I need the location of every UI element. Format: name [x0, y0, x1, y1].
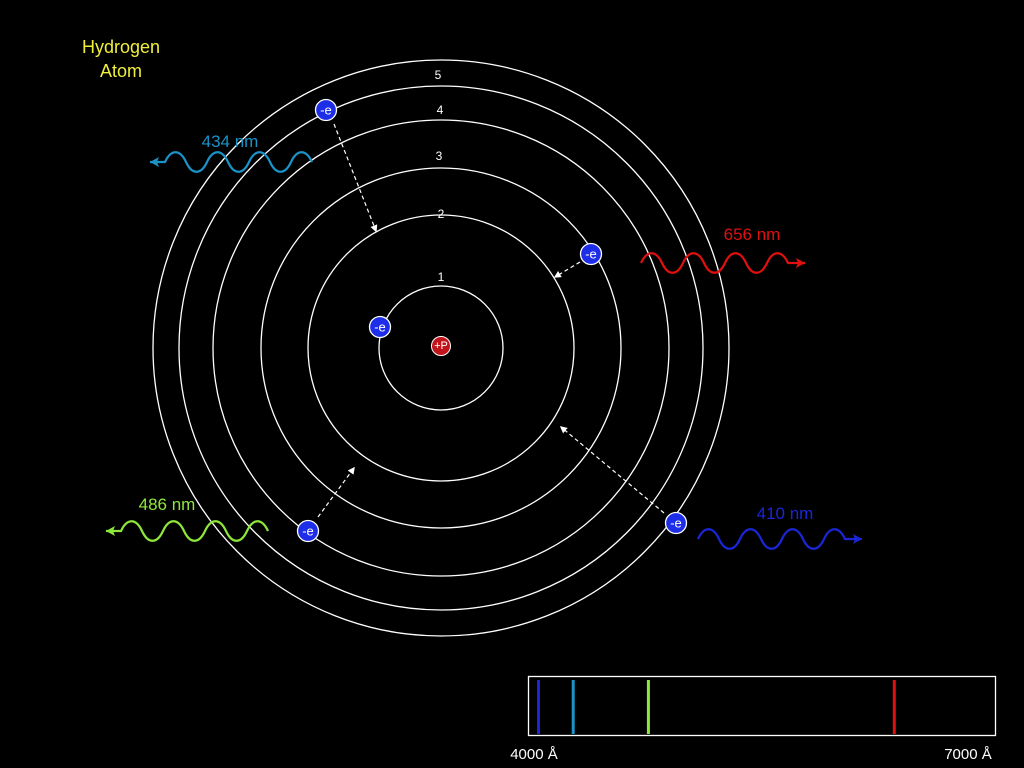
transition-arrow-486: [317, 466, 355, 518]
orbit-label-4: 4: [437, 103, 444, 117]
diagram-title-line1: Hydrogen: [82, 37, 160, 57]
photon-wave-434: [150, 151, 313, 173]
electron-emitting-434: -e: [314, 98, 338, 122]
electron-emitting-410: -e: [664, 511, 688, 535]
spectrum-min-label: 4000 Å: [510, 746, 558, 763]
spectrum-line-486: [646, 680, 650, 734]
electron-label: -e: [670, 516, 682, 531]
orbit-label-2: 2: [438, 207, 445, 221]
electron-orbit-1: -e: [368, 315, 392, 339]
photons-group: [106, 151, 862, 550]
spectrum-max-label: 7000 Å: [944, 746, 992, 763]
wavelength-label-434: 434 nm: [202, 132, 259, 151]
wavelength-label-410: 410 nm: [757, 504, 814, 523]
photon-wave-656: [640, 252, 805, 274]
spectrum-line-410: [537, 680, 540, 734]
hydrogen-atom-diagram: Hydrogen Atom 1 2 3 4 5 +P -e -e -e -e -…: [82, 37, 997, 763]
electron-label: -e: [374, 320, 386, 335]
diagram-title-line2: Atom: [100, 61, 142, 81]
electron-label: -e: [302, 524, 314, 539]
electron-label: -e: [585, 247, 597, 262]
transition-arrow-656: [553, 261, 581, 278]
orbit-label-1: 1: [438, 270, 445, 284]
electron-emitting-656: -e: [579, 242, 603, 266]
wavelength-label-486: 486 nm: [139, 495, 196, 514]
nucleus-label: +P: [434, 340, 448, 352]
electron-label: -e: [320, 103, 332, 118]
wavelength-label-656: 656 nm: [724, 225, 781, 244]
transition-arrow-410: [559, 426, 665, 514]
spectrum-frame: [527, 675, 997, 737]
spectrum-line-656: [892, 680, 896, 734]
orbit-label-3: 3: [436, 149, 443, 163]
photon-wave-410: [697, 528, 862, 550]
photon-wave-486: [106, 520, 269, 542]
electron-emitting-486: -e: [296, 519, 320, 543]
transition-arrow-434: [333, 123, 378, 233]
spectrum-line-434: [571, 680, 575, 734]
emission-spectrum: 4000 Å 7000 Å: [510, 675, 997, 763]
nucleus: +P: [431, 336, 451, 356]
orbit-label-5: 5: [435, 68, 442, 82]
